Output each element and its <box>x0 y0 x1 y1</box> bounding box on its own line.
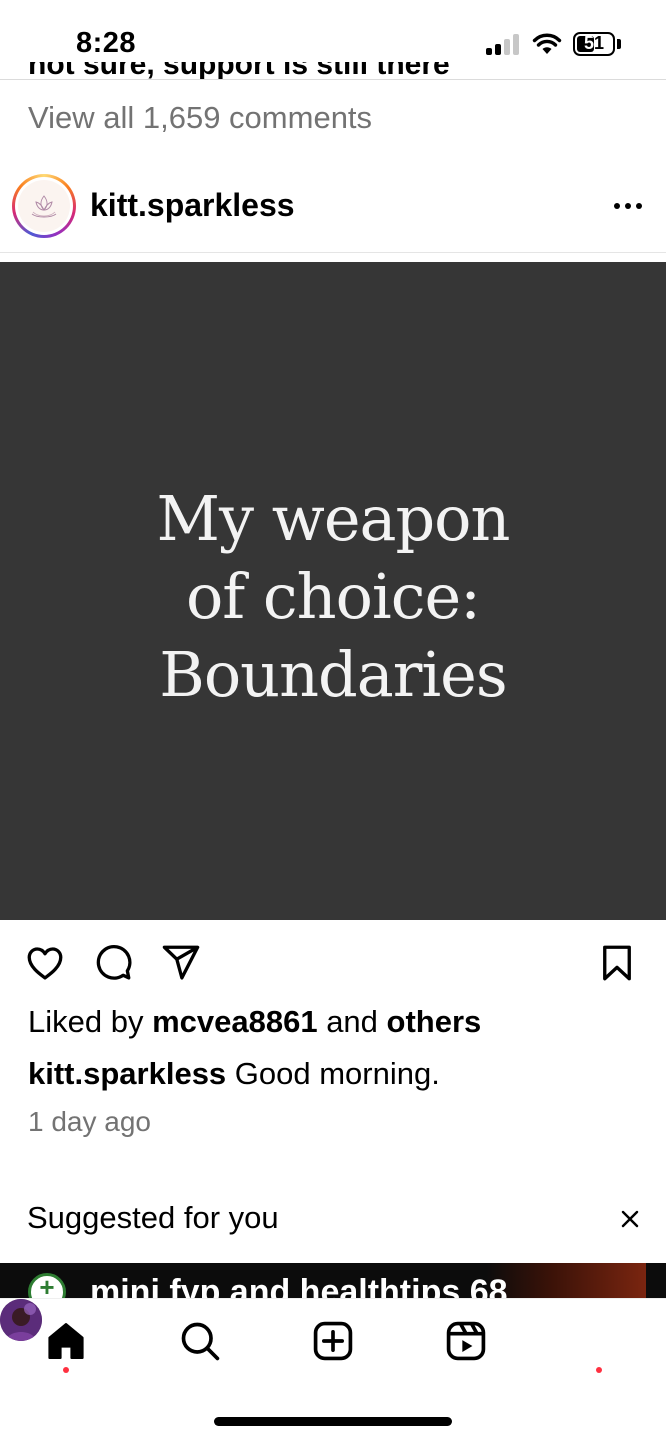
likes-summary[interactable]: Liked by mcvea8861 and others <box>28 1004 481 1040</box>
view-all-comments-link[interactable]: View all 1,659 comments <box>28 100 372 136</box>
bookmark-icon[interactable] <box>596 942 638 984</box>
cellular-signal-icon <box>486 33 522 55</box>
liked-by-username[interactable]: mcvea8861 <box>152 1004 318 1039</box>
post-author-username[interactable]: kitt.sparkless <box>90 187 295 224</box>
post-caption: kitt.sparkless Good morning. <box>28 1056 440 1092</box>
heart-icon[interactable] <box>24 942 66 984</box>
lotus-logo-icon <box>19 181 69 231</box>
quote-line: Boundaries <box>159 638 507 711</box>
post-image-quote: My weapon of choice: Boundaries <box>0 480 666 714</box>
health-plus-icon <box>28 1272 66 1299</box>
search-icon[interactable] <box>178 1319 222 1363</box>
more-options-icon[interactable] <box>612 200 644 212</box>
battery-icon: 51 <box>573 32 615 56</box>
quote-line: of choice: <box>185 560 481 633</box>
suggested-post-preview[interactable]: mini fyp and healthtips 68 <box>0 1263 666 1299</box>
likes-prefix: Liked by <box>28 1004 153 1039</box>
create-post-icon[interactable] <box>311 1319 355 1363</box>
reels-icon[interactable] <box>444 1319 488 1363</box>
battery-percent: 51 <box>583 33 605 53</box>
suggested-preview-text: mini fyp and healthtips 68 <box>90 1273 508 1299</box>
post-author-avatar[interactable] <box>12 174 76 238</box>
home-icon[interactable] <box>44 1319 88 1363</box>
home-indicator[interactable] <box>214 1417 452 1426</box>
share-icon[interactable] <box>160 942 202 984</box>
post-image[interactable]: My weapon of choice: Boundaries <box>0 262 666 920</box>
profile-notification-dot <box>596 1367 602 1373</box>
close-icon[interactable] <box>614 1203 646 1235</box>
wifi-icon <box>532 33 562 54</box>
quote-line: My weapon <box>156 482 511 555</box>
likes-mid: and <box>317 1004 387 1039</box>
liked-by-others[interactable]: others <box>387 1004 482 1039</box>
divider <box>0 252 666 253</box>
comment-icon[interactable] <box>92 942 134 984</box>
caption-text: Good morning. <box>226 1056 440 1091</box>
post-timestamp: 1 day ago <box>28 1106 151 1137</box>
status-time: 8:28 <box>76 27 137 59</box>
battery-cap <box>617 39 621 49</box>
caption-username[interactable]: kitt.sparkless <box>28 1056 226 1091</box>
suggested-for-you-title: Suggested for you <box>27 1200 279 1235</box>
profile-avatar[interactable] <box>0 1299 42 1341</box>
home-notification-dot <box>63 1367 69 1373</box>
divider <box>0 79 666 80</box>
